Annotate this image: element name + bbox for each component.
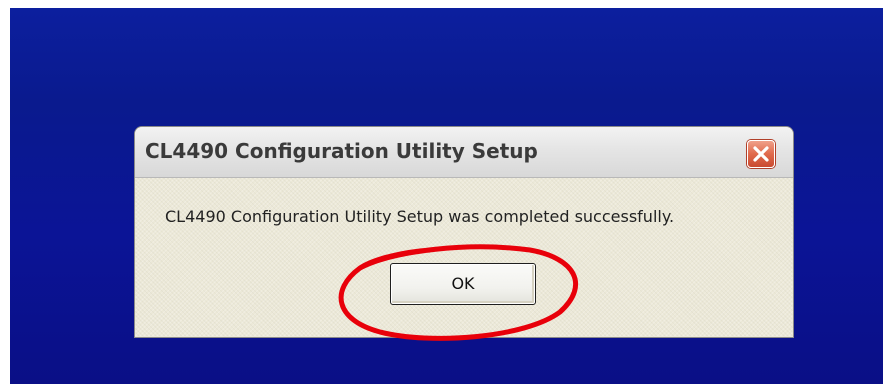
dialog-message: CL4490 Configuration Utility Setup was c… bbox=[165, 207, 675, 226]
dialog-titlebar[interactable]: CL4490 Configuration Utility Setup bbox=[135, 127, 793, 178]
close-button[interactable] bbox=[747, 140, 775, 168]
dialog-title: CL4490 Configuration Utility Setup bbox=[145, 139, 538, 163]
close-icon bbox=[753, 146, 769, 162]
ok-button[interactable]: OK bbox=[390, 263, 536, 305]
setup-complete-dialog: CL4490 Configuration Utility Setup CL449… bbox=[134, 126, 794, 338]
screen: CL4490 Configuration Utility Setup CL449… bbox=[0, 0, 893, 387]
